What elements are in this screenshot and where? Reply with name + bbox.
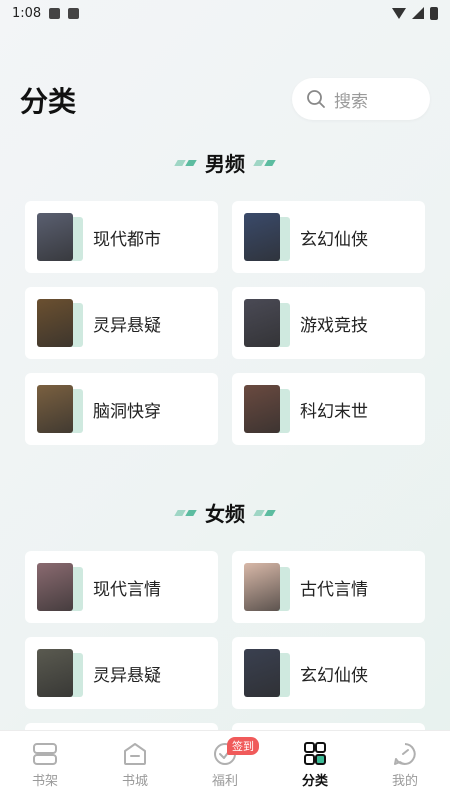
status-time: 1:08	[12, 5, 42, 21]
section-header-female: 女频	[0, 498, 450, 527]
category-card[interactable]: 游戏竞技	[232, 287, 425, 359]
book-cover	[244, 213, 290, 261]
category-card[interactable]: 灵异悬疑	[25, 287, 218, 359]
decoration-right-icon	[253, 159, 276, 166]
category-label: 现代言情	[93, 579, 161, 600]
battery-icon	[430, 6, 438, 20]
profile-icon	[394, 743, 416, 765]
gallery-icon	[49, 7, 61, 19]
category-label: 玄幻仙侠	[300, 229, 368, 250]
category-label: 灵异悬疑	[93, 665, 161, 686]
decoration-left-icon	[174, 509, 197, 516]
section-title: 女频	[205, 502, 245, 526]
category-card[interactable]: 玄幻仙侠	[232, 637, 425, 709]
bottom-tab-bar: 书架 书城 签到 福利 分类 我的	[0, 730, 450, 800]
book-cover	[37, 299, 83, 347]
book-cover	[244, 385, 290, 433]
tab-label: 福利	[211, 774, 238, 789]
category-icon	[304, 742, 326, 765]
category-card[interactable]: 现代都市	[25, 201, 218, 273]
tab-bookstore[interactable]: 书城	[90, 731, 180, 800]
category-card[interactable]: 古代言情	[232, 551, 425, 623]
search-icon	[307, 90, 325, 108]
search-input[interactable]: 搜索	[292, 78, 430, 120]
tab-label: 书城	[121, 774, 148, 789]
book-cover	[244, 649, 290, 697]
category-label: 古代言情	[300, 579, 368, 600]
sign-in-badge: 签到	[227, 737, 259, 755]
bookstore-icon	[124, 743, 146, 765]
category-card[interactable]: 脑洞快穿	[25, 373, 218, 445]
book-cover	[37, 563, 83, 611]
status-bar: 1:08	[0, 0, 450, 26]
book-cover	[37, 213, 83, 261]
tab-label: 分类	[301, 774, 328, 789]
tab-welfare[interactable]: 签到 福利	[180, 731, 270, 800]
search-placeholder: 搜索	[334, 91, 368, 112]
category-label: 脑洞快穿	[93, 401, 161, 422]
signal-icon	[412, 7, 424, 19]
decoration-left-icon	[174, 159, 197, 166]
category-label: 玄幻仙侠	[300, 665, 368, 686]
category-card[interactable]: 玄幻仙侠	[232, 201, 425, 273]
category-label: 现代都市	[93, 229, 161, 250]
section-header-male: 男频	[0, 148, 450, 177]
section-title: 男频	[205, 152, 245, 176]
font-icon	[68, 7, 80, 19]
book-cover	[37, 385, 83, 433]
bookshelf-icon	[33, 743, 57, 765]
wifi-icon	[392, 7, 406, 19]
tab-profile[interactable]: 我的	[360, 731, 450, 800]
category-label: 灵异悬疑	[93, 315, 161, 336]
tab-bookshelf[interactable]: 书架	[0, 731, 90, 800]
category-card[interactable]: 科幻末世	[232, 373, 425, 445]
book-cover	[37, 649, 83, 697]
category-label: 科幻末世	[300, 401, 368, 422]
book-cover	[244, 563, 290, 611]
category-label: 游戏竞技	[300, 315, 368, 336]
decoration-right-icon	[253, 509, 276, 516]
category-card[interactable]: 现代言情	[25, 551, 218, 623]
page-title: 分类	[20, 85, 77, 118]
category-card[interactable]: 灵异悬疑	[25, 637, 218, 709]
tab-category[interactable]: 分类	[270, 731, 360, 800]
book-cover	[244, 299, 290, 347]
category-grid-male: 现代都市 玄幻仙侠 灵异悬疑 游戏竞技 脑洞快穿 科幻末世	[25, 201, 425, 445]
tab-label: 我的	[391, 774, 418, 789]
tab-label: 书架	[31, 774, 58, 789]
